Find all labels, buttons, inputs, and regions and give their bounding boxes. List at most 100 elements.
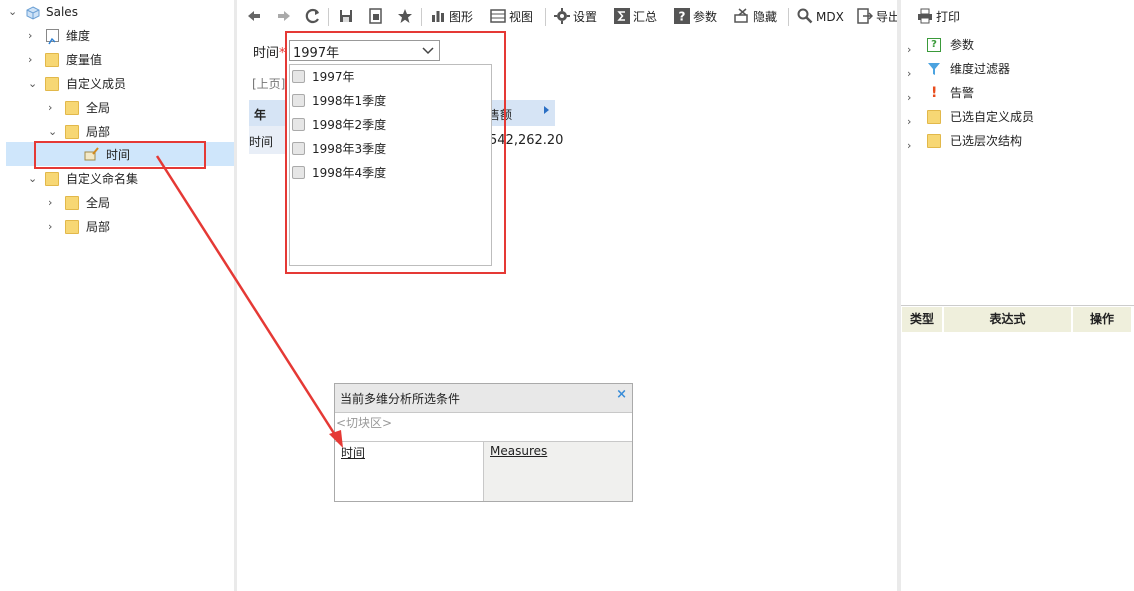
selected-conditions-panel: 当前多维分析所选条件 × <切块区> 时间 Measures (334, 383, 633, 502)
settings-button[interactable]: 设置 (554, 8, 597, 26)
question-icon: ? (927, 38, 941, 52)
columns-field[interactable]: Measures (490, 444, 547, 458)
refresh-button[interactable] (305, 8, 324, 26)
table-header-actions: 操作 (1073, 307, 1131, 332)
tree-item-label: 自定义命名集 (66, 172, 139, 186)
folder-icon (65, 125, 79, 139)
toolbar-divider (545, 8, 546, 26)
chevron-right-icon[interactable]: › (907, 112, 911, 132)
params-label: 参数 (693, 10, 718, 24)
grid-header-year-label: 年 (254, 108, 267, 122)
save-button[interactable] (338, 8, 357, 26)
highlight-box-tree-item (34, 141, 206, 169)
question-icon: ? (674, 8, 690, 24)
chevron-down-icon[interactable]: ⌄ (28, 173, 38, 184)
mdx-button[interactable]: MDX (797, 8, 844, 26)
tree-item-label: 全局 (86, 196, 111, 210)
bar-chart-icon (430, 8, 446, 24)
chevron-right-icon[interactable]: › (48, 221, 58, 232)
chevron-down-icon[interactable]: ⌄ (48, 126, 58, 137)
save-as-button[interactable] (368, 8, 387, 26)
folder-icon (45, 172, 59, 186)
tree-root-label: Sales (46, 5, 78, 19)
save-icon (338, 8, 354, 24)
summary-button[interactable]: 汇总 (614, 8, 657, 26)
panel-item-label: 维度过滤器 (950, 62, 1011, 76)
params-button[interactable]: ? 参数 (674, 8, 717, 26)
chevron-down-icon[interactable]: ⌄ (28, 78, 38, 89)
view-button[interactable]: 视图 (490, 8, 533, 26)
prev-page-link[interactable]: [上页] (252, 75, 285, 92)
slicer-area[interactable]: <切块区> (335, 413, 632, 442)
chevron-right-icon[interactable]: › (28, 30, 38, 41)
toolbar-divider (788, 8, 789, 26)
sigma-icon (614, 8, 630, 24)
export-icon (857, 8, 874, 24)
panel-item-label: 告警 (950, 86, 975, 100)
settings-label: 设置 (573, 10, 598, 24)
toolbar-divider (328, 8, 329, 26)
filter-label-text: 时间 (253, 46, 280, 61)
svg-text:?: ? (679, 10, 686, 24)
chevron-right-icon[interactable]: › (28, 54, 38, 65)
rows-area[interactable]: 时间 (335, 442, 484, 501)
star-icon (397, 8, 413, 24)
close-icon[interactable]: × (616, 387, 627, 402)
panel-item-label: 参数 (950, 38, 975, 52)
panel-item-label: 已选层次结构 (950, 134, 1023, 148)
favorite-button[interactable] (397, 8, 416, 26)
folder-icon (927, 110, 941, 124)
left-panel-divider[interactable] (234, 0, 237, 591)
conditions-title: 当前多维分析所选条件 (340, 392, 461, 406)
columns-area[interactable]: Measures (484, 442, 632, 501)
tree-item-label: 局部 (86, 220, 111, 234)
arrow-left-icon (246, 8, 262, 24)
caret-right-icon[interactable] (544, 106, 549, 114)
chevron-right-icon[interactable]: › (48, 102, 58, 113)
chart-button[interactable]: 图形 (430, 8, 473, 26)
table-header-type: 类型 (902, 307, 942, 332)
alert-icon: ! (931, 85, 938, 101)
filter-icon (927, 62, 941, 82)
view-label: 视图 (509, 10, 534, 24)
forward-button[interactable] (276, 8, 295, 26)
tree-item-label: 维度 (66, 29, 91, 43)
mdx-label: MDX (816, 10, 844, 24)
cube-icon (26, 4, 40, 20)
folder-icon (45, 77, 59, 91)
conditions-header: 当前多维分析所选条件 × (335, 384, 632, 413)
arrow-right-icon (276, 8, 292, 24)
folder-icon (927, 134, 941, 148)
highlight-box-dropdown (285, 31, 506, 274)
grid-header-year[interactable]: 年 (249, 100, 286, 126)
save-as-icon (368, 8, 384, 24)
chevron-right-icon[interactable]: › (907, 88, 911, 108)
hide-label: 隐藏 (753, 10, 778, 24)
back-button[interactable] (246, 8, 265, 26)
chevron-right-icon[interactable]: › (48, 197, 58, 208)
cube-tree-panel: ⌄ Sales › 维度 › 度量值 ⌄ 自定义成员 › 全局 ⌄ 局部 时间 … (0, 0, 234, 591)
gear-icon (554, 8, 570, 24)
properties-panel: › ? 参数 › 维度过滤器 › ! 告警 › 已选自定义成员 › 已选层次结构… (901, 0, 1134, 591)
toolbar-divider (421, 8, 422, 26)
hide-button[interactable]: 隐藏 (734, 8, 777, 26)
summary-label: 汇总 (633, 10, 658, 24)
panel-divider (901, 305, 1134, 306)
export-button[interactable]: 导出 (857, 8, 900, 26)
grid-row-header[interactable]: 时间 (249, 126, 286, 154)
folder-icon (65, 220, 79, 234)
refresh-icon (305, 8, 321, 24)
chart-label: 图形 (449, 10, 474, 24)
table-view-icon (490, 8, 506, 24)
rows-field[interactable]: 时间 (341, 444, 365, 461)
dimension-icon (46, 29, 59, 45)
chevron-right-icon[interactable]: › (907, 136, 911, 156)
chevron-down-icon[interactable]: ⌄ (8, 6, 18, 17)
slicer-placeholder: <切块区> (336, 416, 393, 430)
chevron-right-icon[interactable]: › (907, 64, 911, 84)
chevron-right-icon[interactable]: › (907, 40, 911, 60)
panel-item-label: 已选自定义成员 (950, 110, 1035, 124)
hide-icon (734, 8, 750, 24)
filter-label: 时间* (253, 42, 286, 61)
tree-item-label: 度量值 (66, 53, 103, 67)
